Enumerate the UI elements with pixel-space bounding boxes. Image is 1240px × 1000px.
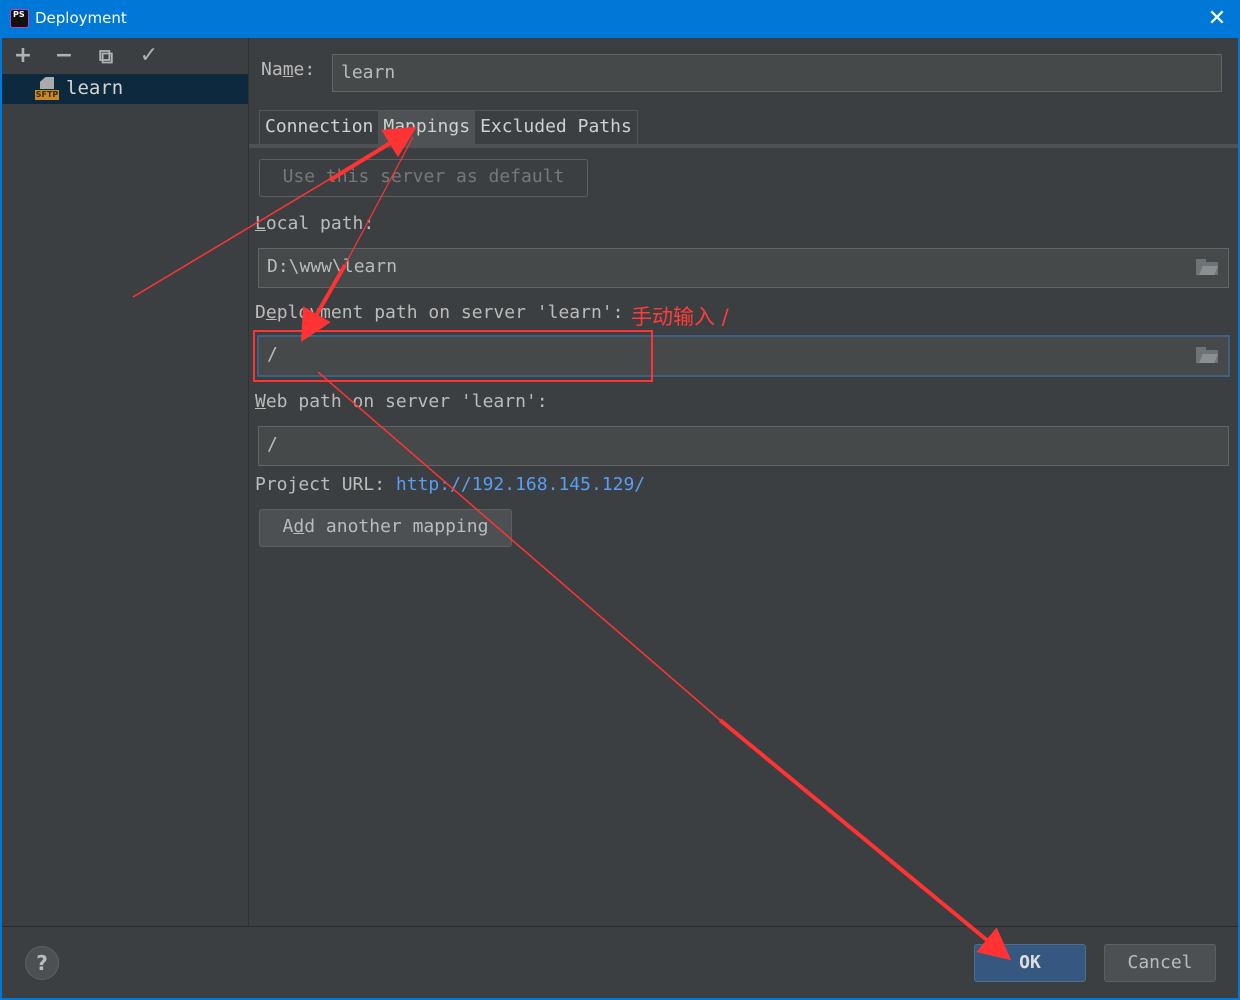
deployment-path-label: Deployment path on server 'learn': xyxy=(255,302,624,323)
settings-tabs: Connection Mappings Excluded Paths xyxy=(259,110,638,145)
tab-excluded-paths[interactable]: Excluded Paths xyxy=(475,111,637,145)
use-as-default-button[interactable]: Use this server as default xyxy=(259,159,588,197)
server-list-item[interactable]: SFTP learn xyxy=(2,74,248,104)
browse-folder-icon[interactable] xyxy=(1196,259,1218,275)
web-path-label: Web path on server 'learn': xyxy=(255,391,548,412)
project-url-link[interactable]: http://192.168.145.129/ xyxy=(396,474,645,495)
cancel-button[interactable]: Cancel xyxy=(1104,944,1216,982)
server-name: learn xyxy=(66,77,124,99)
tab-connection[interactable]: Connection xyxy=(260,111,378,145)
project-url-label: Project URL: xyxy=(255,474,386,495)
tab-mappings[interactable]: Mappings xyxy=(378,111,476,145)
add-another-mapping-button[interactable]: Add another mapping xyxy=(259,509,512,547)
close-icon[interactable]: ✕ xyxy=(1204,6,1230,32)
help-button[interactable]: ? xyxy=(25,946,59,980)
add-icon[interactable]: + xyxy=(10,42,36,70)
copy-icon[interactable]: ⧉ xyxy=(93,42,119,70)
project-url-row: Project URL: http://192.168.145.129/ xyxy=(255,474,645,495)
footer-divider xyxy=(2,926,1238,927)
local-path-value: D:\www\learn xyxy=(267,256,398,277)
server-settings-panel: Name: learn Connection Mappings Excluded… xyxy=(249,38,1238,926)
web-path-input[interactable]: / xyxy=(258,426,1229,466)
name-label: Name: xyxy=(261,59,316,80)
name-input[interactable]: learn xyxy=(332,54,1222,92)
phpstorm-icon: PS xyxy=(11,10,28,27)
local-path-input[interactable]: D:\www\learn xyxy=(258,248,1229,288)
deployment-path-value: / xyxy=(267,344,278,365)
tab-divider xyxy=(249,144,1238,148)
sftp-server-icon: SFTP xyxy=(34,77,60,101)
browse-folder-icon[interactable] xyxy=(1196,347,1218,363)
deployment-path-input[interactable]: / xyxy=(257,335,1230,377)
server-list-panel: + − ⧉ ✓ SFTP learn xyxy=(2,38,249,926)
check-icon[interactable]: ✓ xyxy=(136,42,162,70)
ok-button[interactable]: OK xyxy=(974,944,1086,982)
local-path-label: Local path: xyxy=(255,213,375,234)
window-title: Deployment xyxy=(35,9,127,27)
title-bar: PS Deployment ✕ xyxy=(0,0,1240,38)
annotation-note: 手动输入 / xyxy=(631,305,729,329)
server-list-toolbar: + − ⧉ ✓ xyxy=(2,38,248,74)
sftp-badge: SFTP xyxy=(35,90,59,100)
remove-icon[interactable]: − xyxy=(51,42,77,70)
